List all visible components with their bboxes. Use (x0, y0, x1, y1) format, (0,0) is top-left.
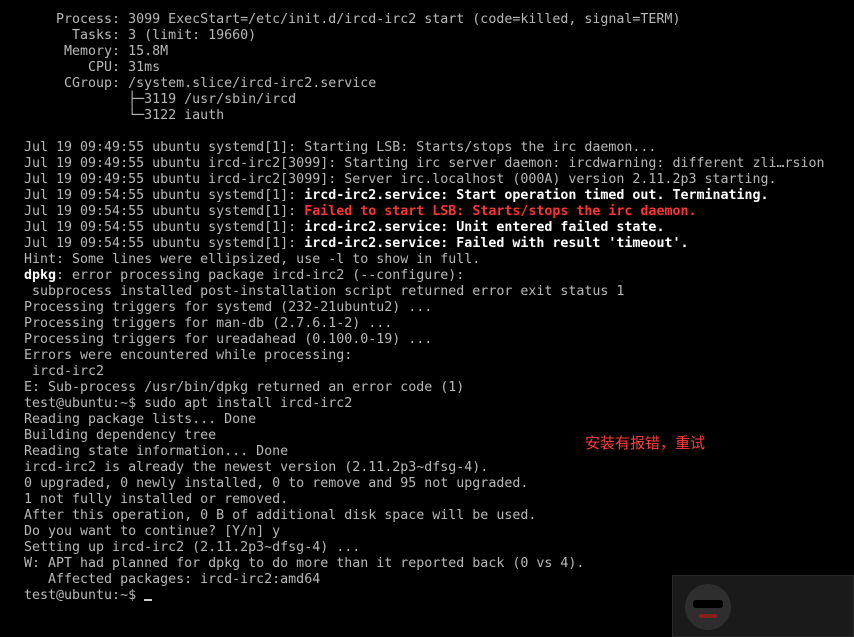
terminal-text: After this operation, 0 B of additional … (24, 508, 537, 523)
terminal-line: ircd-irc2 (24, 364, 854, 380)
terminal-text: Processing triggers for systemd (232-21u… (24, 300, 433, 315)
terminal-line: test@ubuntu:~$ sudo apt install ircd-irc… (24, 396, 854, 412)
terminal-text: : error processing package ircd-irc2 (--… (56, 268, 465, 283)
annotation-note: 安装有报错，重试 (585, 434, 706, 452)
terminal-text: ircd-irc2 (24, 364, 105, 379)
terminal-line: Hint: Some lines were ellipsized, use -l… (24, 252, 854, 268)
terminal-output: Process: 3099 ExecStart=/etc/init.d/ircd… (24, 12, 854, 588)
terminal-line: Processing triggers for man-db (2.7.6.1-… (24, 316, 854, 332)
terminal-text: Errors were encountered while processing… (24, 348, 353, 363)
terminal-text: E: Sub-process /usr/bin/dpkg returned an… (24, 380, 465, 395)
terminal-line: Setting up ircd-irc2 (2.11.2p3~dfsg-4) .… (24, 540, 854, 556)
sunglasses-icon (693, 600, 723, 608)
text-cursor (144, 599, 153, 601)
terminal-text: 0 upgraded, 0 newly installed, 0 to remo… (24, 476, 529, 491)
terminal-text: Reading state information... Done (24, 444, 289, 459)
terminal-text: Failed to start LSB: Starts/stops the ir… (304, 204, 697, 219)
terminal-line: Jul 19 09:54:55 ubuntu systemd[1]: ircd-… (24, 220, 854, 236)
terminal-line: Do you want to continue? [Y/n] y (24, 524, 854, 540)
terminal-text: ├─3119 /usr/sbin/ircd (24, 92, 297, 107)
terminal-text: W: APT had planned for dpkg to do more t… (24, 556, 585, 571)
terminal-text: Processing triggers for ureadahead (0.10… (24, 332, 433, 347)
shell-prompt: test@ubuntu:~$ (24, 588, 145, 603)
watermark-logo (672, 575, 854, 637)
avatar-face-icon (685, 584, 731, 630)
terminal-text: 1 not fully installed or removed. (24, 492, 289, 507)
terminal-text: ircd-irc2.service: Start operation timed… (304, 188, 769, 203)
terminal-text: subprocess installed post-installation s… (24, 284, 625, 299)
terminal-line: E: Sub-process /usr/bin/dpkg returned an… (24, 380, 854, 396)
terminal-line: Jul 19 09:54:55 ubuntu systemd[1]: ircd-… (24, 236, 854, 252)
terminal-line: Jul 19 09:54:55 ubuntu systemd[1]: ircd-… (24, 188, 854, 204)
terminal-line: Jul 19 09:54:55 ubuntu systemd[1]: Faile… (24, 204, 854, 220)
mouth-icon (699, 614, 717, 618)
terminal-text: Tasks: 3 (limit: 19660) (24, 28, 257, 43)
terminal-text: CPU: 31ms (24, 60, 161, 75)
terminal-line: 1 not fully installed or removed. (24, 492, 854, 508)
terminal-line: Process: 3099 ExecStart=/etc/init.d/ircd… (24, 12, 854, 28)
terminal-text: Memory: 15.8M (24, 44, 169, 59)
terminal-line: Jul 19 09:49:55 ubuntu ircd-irc2[3099]: … (24, 156, 854, 172)
terminal-text: Jul 19 09:54:55 ubuntu systemd[1]: (24, 188, 305, 203)
terminal-text: ircd-irc2 is already the newest version … (24, 460, 489, 475)
terminal-line: Processing triggers for systemd (232-21u… (24, 300, 854, 316)
terminal-window[interactable]: Process: 3099 ExecStart=/etc/init.d/ircd… (0, 0, 854, 637)
terminal-text: Hint: Some lines were ellipsized, use -l… (24, 252, 481, 267)
terminal-text: ircd-irc2.service: Failed with result 't… (304, 236, 689, 251)
terminal-line: Processing triggers for ureadahead (0.10… (24, 332, 854, 348)
terminal-text: Jul 19 09:54:55 ubuntu systemd[1]: (24, 236, 305, 251)
terminal-line: dpkg: error processing package ircd-irc2… (24, 268, 854, 284)
terminal-line: After this operation, 0 B of additional … (24, 508, 854, 524)
terminal-line: ircd-irc2 is already the newest version … (24, 460, 854, 476)
terminal-text: Jul 19 09:49:55 ubuntu ircd-irc2[3099]: … (24, 172, 777, 187)
terminal-text: Processing triggers for man-db (2.7.6.1-… (24, 316, 393, 331)
terminal-text: CGroup: /system.slice/ircd-irc2.service (24, 76, 377, 91)
terminal-line: Jul 19 09:49:55 ubuntu ircd-irc2[3099]: … (24, 172, 854, 188)
terminal-line: Tasks: 3 (limit: 19660) (24, 28, 854, 44)
terminal-text: Reading package lists... Done (24, 412, 257, 427)
terminal-text: Process: 3099 ExecStart=/etc/init.d/ircd… (24, 12, 681, 27)
terminal-line: CGroup: /system.slice/ircd-irc2.service (24, 76, 854, 92)
terminal-text: Jul 19 09:49:55 ubuntu systemd[1]: Start… (24, 140, 657, 155)
terminal-text: └─3122 iauth (24, 108, 225, 123)
terminal-line: Reading package lists... Done (24, 412, 854, 428)
terminal-text: ircd-irc2.service: Unit entered failed s… (304, 220, 665, 235)
terminal-text: Jul 19 09:54:55 ubuntu systemd[1]: (24, 220, 305, 235)
terminal-line: Errors were encountered while processing… (24, 348, 854, 364)
terminal-text: Do you want to continue? [Y/n] y (24, 524, 281, 539)
terminal-line: Jul 19 09:49:55 ubuntu systemd[1]: Start… (24, 140, 854, 156)
terminal-text: Jul 19 09:54:55 ubuntu systemd[1]: (24, 204, 305, 219)
terminal-text: test@ubuntu:~$ sudo apt install ircd-irc… (24, 396, 353, 411)
terminal-line: 0 upgraded, 0 newly installed, 0 to remo… (24, 476, 854, 492)
terminal-line: Memory: 15.8M (24, 44, 854, 60)
terminal-text: dpkg (24, 268, 57, 283)
terminal-text: Building dependency tree (24, 428, 217, 443)
terminal-line: ├─3119 /usr/sbin/ircd (24, 92, 854, 108)
terminal-line: subprocess installed post-installation s… (24, 284, 854, 300)
terminal-line: └─3122 iauth (24, 108, 854, 124)
terminal-text: Setting up ircd-irc2 (2.11.2p3~dfsg-4) .… (24, 540, 361, 555)
terminal-line: CPU: 31ms (24, 60, 854, 76)
terminal-line: Building dependency tree (24, 428, 854, 444)
terminal-text: Affected packages: ircd-irc2:amd64 (24, 572, 321, 587)
terminal-line: Reading state information... Done (24, 444, 854, 460)
terminal-text: Jul 19 09:49:55 ubuntu ircd-irc2[3099]: … (24, 156, 825, 171)
terminal-line: W: APT had planned for dpkg to do more t… (24, 556, 854, 572)
